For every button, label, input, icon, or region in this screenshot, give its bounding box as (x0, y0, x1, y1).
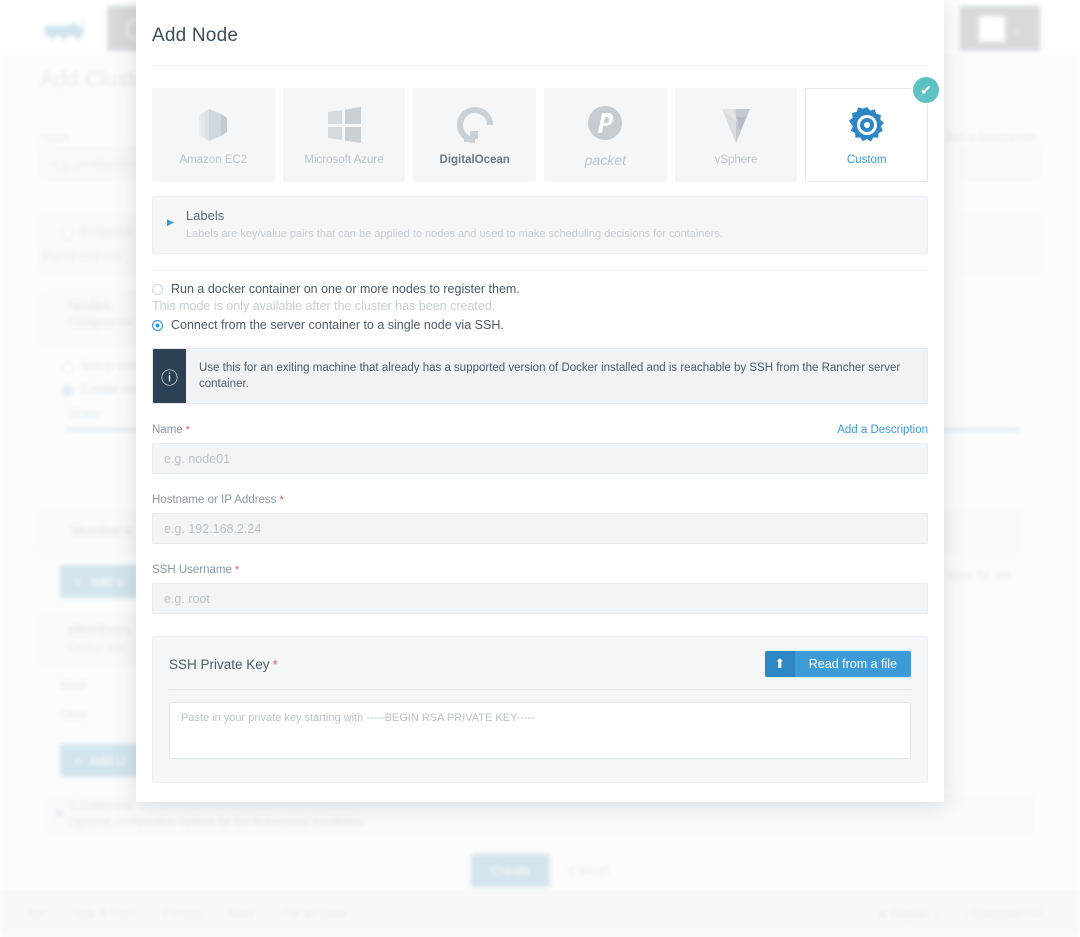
modal-section-divider (152, 270, 928, 271)
radio-label-docker-run: Run a docker container on one or more no… (171, 282, 520, 296)
info-banner-text: Use this for an exiting machine that alr… (186, 349, 927, 403)
field-label-hostname: Hostname or IP Address (152, 494, 277, 506)
radio-label-ssh: Connect from the server container to a s… (171, 318, 504, 332)
radio-note-docker-run: This mode is only available after the cl… (152, 299, 496, 313)
driver-label-azure: Microsoft Azure (304, 154, 384, 166)
ssh-private-key-textarea[interactable] (169, 702, 911, 759)
driver-card-packet[interactable]: packet (544, 88, 667, 182)
radio-option-ssh[interactable]: Connect from the server container to a s… (152, 318, 928, 332)
radio-option-docker-run[interactable]: Run a docker container on one or more no… (152, 282, 928, 296)
amazon-ec2-icon (195, 104, 231, 146)
labels-accordion[interactable]: ▶ Labels Labels are key/value pairs that… (152, 196, 928, 254)
vsphere-icon (716, 104, 756, 146)
driver-card-azure[interactable]: Microsoft Azure (282, 88, 406, 182)
add-description-link[interactable]: Add a Description (837, 424, 928, 436)
radio-indicator-ssh (152, 319, 163, 331)
driver-label-amazonec2: Amazon EC2 (179, 154, 248, 166)
driver-label-digitalocean: DigitalOcean (439, 154, 510, 166)
field-label-name: Name (152, 424, 183, 436)
packet-icon (585, 102, 625, 144)
ssh-private-key-section: SSH Private Key * ⬆ Read from a file (152, 636, 928, 783)
required-marker: * (185, 424, 190, 436)
node-mode-radio-group: Run a docker container on one or more no… (152, 282, 928, 332)
required-marker: * (279, 494, 284, 506)
ssh-username-input[interactable] (152, 583, 928, 614)
chevron-right-icon: ▶ (167, 217, 174, 227)
upload-icon: ⬆ (764, 651, 795, 677)
driver-label-packet: packet (584, 152, 626, 168)
selected-check-icon: ✔ (913, 77, 940, 103)
hostname-input[interactable] (152, 513, 928, 544)
read-from-file-button[interactable]: ⬆ Read from a file (764, 651, 911, 677)
read-from-file-label: Read from a file (794, 651, 911, 677)
driver-card-vsphere[interactable]: vSphere (674, 88, 798, 182)
modal-title: Add Node (152, 25, 239, 46)
labels-accordion-title: Labels (185, 208, 225, 223)
ssh-private-key-title: SSH Private Key (169, 656, 270, 672)
info-banner: ⓘ Use this for an exiting machine that a… (152, 348, 928, 404)
required-marker: * (234, 564, 240, 576)
field-name: Name * Add a Description (152, 424, 928, 474)
info-icon: ⓘ (153, 349, 186, 403)
digitalocean-icon (455, 104, 495, 146)
custom-gear-icon (847, 104, 887, 146)
microsoft-azure-icon (325, 104, 363, 146)
modal-title-divider (152, 65, 928, 66)
driver-label-vsphere: vSphere (714, 154, 758, 166)
ssh-key-divider (169, 689, 911, 690)
field-ssh-username: SSH Username * (152, 564, 928, 614)
labels-accordion-description: Labels are key/value pairs that can be a… (185, 228, 723, 240)
driver-card-amazonec2[interactable]: Amazon EC2 (152, 88, 275, 182)
driver-card-digitalocean[interactable]: DigitalOcean (413, 88, 537, 182)
driver-label-custom: Custom (846, 154, 887, 166)
radio-indicator-docker-run (152, 283, 163, 295)
add-node-modal: Add Node Amazon EC2 Microsoft Azure Digi… (136, 0, 944, 802)
app-root: ⌄ Add Cluster Name e.g. production Add a… (0, 0, 1080, 937)
driver-card-custom[interactable]: ✔ Custom (805, 77, 940, 182)
node-driver-list: Amazon EC2 Microsoft Azure DigitalOcean … (152, 77, 940, 182)
required-marker: * (272, 656, 278, 672)
field-label-ssh-username: SSH Username (152, 564, 232, 576)
name-input[interactable] (152, 443, 928, 474)
field-hostname: Hostname or IP Address * (152, 494, 928, 544)
